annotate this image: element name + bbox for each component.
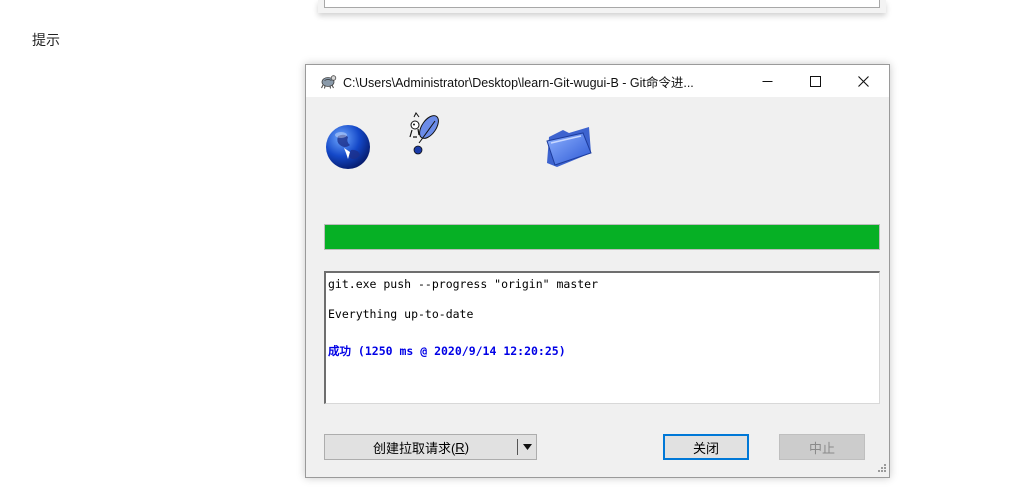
minimize-icon (762, 80, 772, 82)
log-line: Everything up-to-date (328, 307, 474, 321)
abort-button[interactable]: 中止 (779, 434, 865, 460)
page-label: 提示 (32, 33, 60, 49)
log-line: git.exe push --progress "origin" master (328, 277, 599, 291)
background-dialog-edge (318, 0, 886, 13)
close-window-button[interactable] (840, 65, 886, 97)
output-log[interactable]: git.exe push --progress "origin" master … (324, 271, 880, 404)
git-command-progress-window: C:\Users\Administrator\Desktop\learn-Git… (305, 64, 890, 478)
globe-icon (326, 125, 370, 169)
progress-fill (325, 225, 879, 249)
pull-request-label: 创建拉取请求( (372, 440, 456, 456)
dropdown-arrow-icon (522, 444, 532, 450)
resize-grip-icon[interactable] (875, 463, 887, 475)
tortoise-mascot-icon (409, 112, 439, 155)
minimize-button[interactable] (744, 65, 790, 97)
close-icon (857, 75, 869, 87)
tortoisegit-app-icon (321, 75, 337, 89)
pull-request-label-suffix: ) (464, 439, 470, 455)
maximize-button[interactable] (792, 65, 838, 97)
maximize-icon (809, 75, 821, 87)
folder-icon (546, 127, 592, 167)
create-pull-request-split-button[interactable]: 创建拉取请求(R) (324, 434, 537, 460)
title-bar[interactable]: C:\Users\Administrator\Desktop\learn-Git… (306, 65, 889, 97)
close-button[interactable]: 关闭 (663, 434, 749, 460)
progress-bar (324, 224, 880, 250)
pull-request-dropdown-button[interactable] (518, 435, 536, 459)
pull-request-hotkey: R (455, 439, 465, 455)
background-dialog-inner (324, 0, 880, 8)
window-title: C:\Users\Administrator\Desktop\learn-Git… (343, 75, 694, 90)
create-pull-request-button[interactable]: 创建拉取请求(R) (325, 435, 517, 459)
log-success-line: 成功 (1250 ms @ 2020/9/14 12:20:25) (328, 344, 566, 358)
